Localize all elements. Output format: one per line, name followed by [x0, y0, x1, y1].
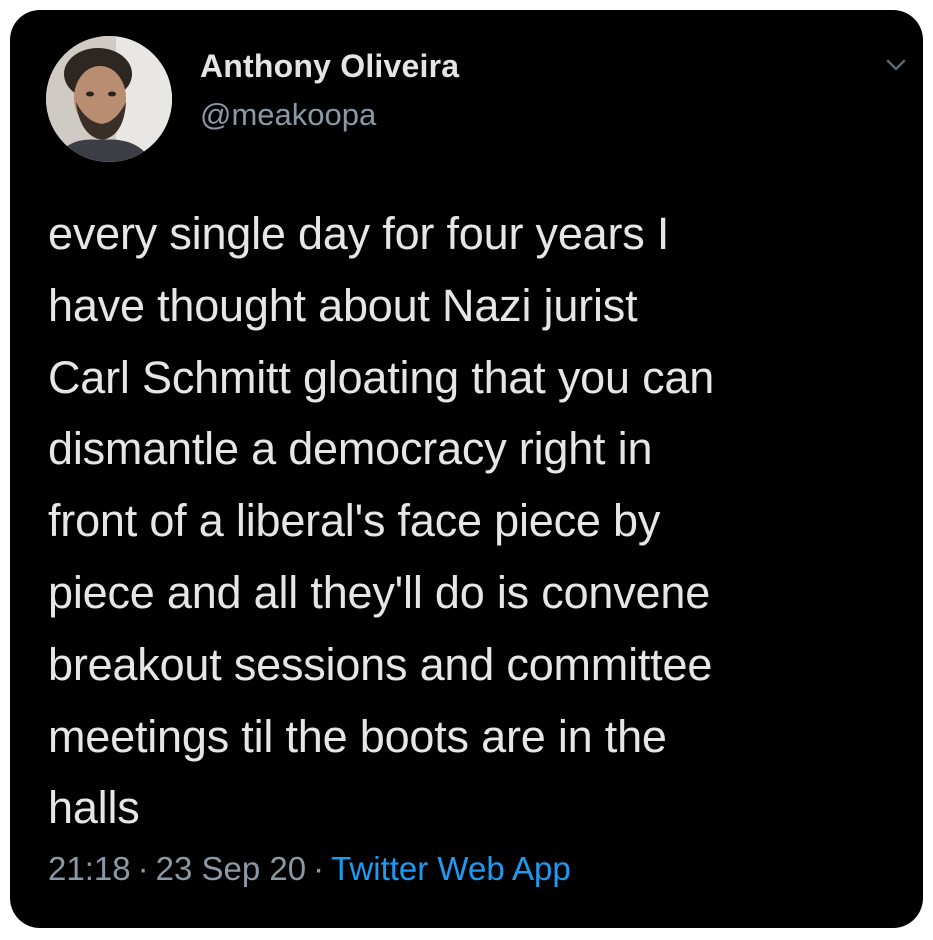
tweet-text: every single day for four years I have t…: [48, 208, 715, 834]
meta-separator: ·: [313, 850, 325, 887]
tweet-source-link[interactable]: Twitter Web App: [331, 850, 571, 887]
profile-photo-icon: [46, 36, 172, 162]
chevron-down-icon[interactable]: [881, 52, 911, 78]
tweet-meta: 21:18 · 23 Sep 20 · Twitter Web App: [48, 850, 571, 888]
meta-separator: ·: [137, 850, 149, 887]
avatar[interactable]: [46, 36, 172, 162]
tweet-card: Anthony Oliveira @meakoopa every single …: [10, 10, 923, 928]
tweet-date[interactable]: 23 Sep 20: [156, 850, 306, 887]
tweet-time[interactable]: 21:18: [48, 850, 131, 887]
author-handle[interactable]: @meakoopa: [200, 97, 376, 133]
author-name[interactable]: Anthony Oliveira: [200, 48, 459, 85]
